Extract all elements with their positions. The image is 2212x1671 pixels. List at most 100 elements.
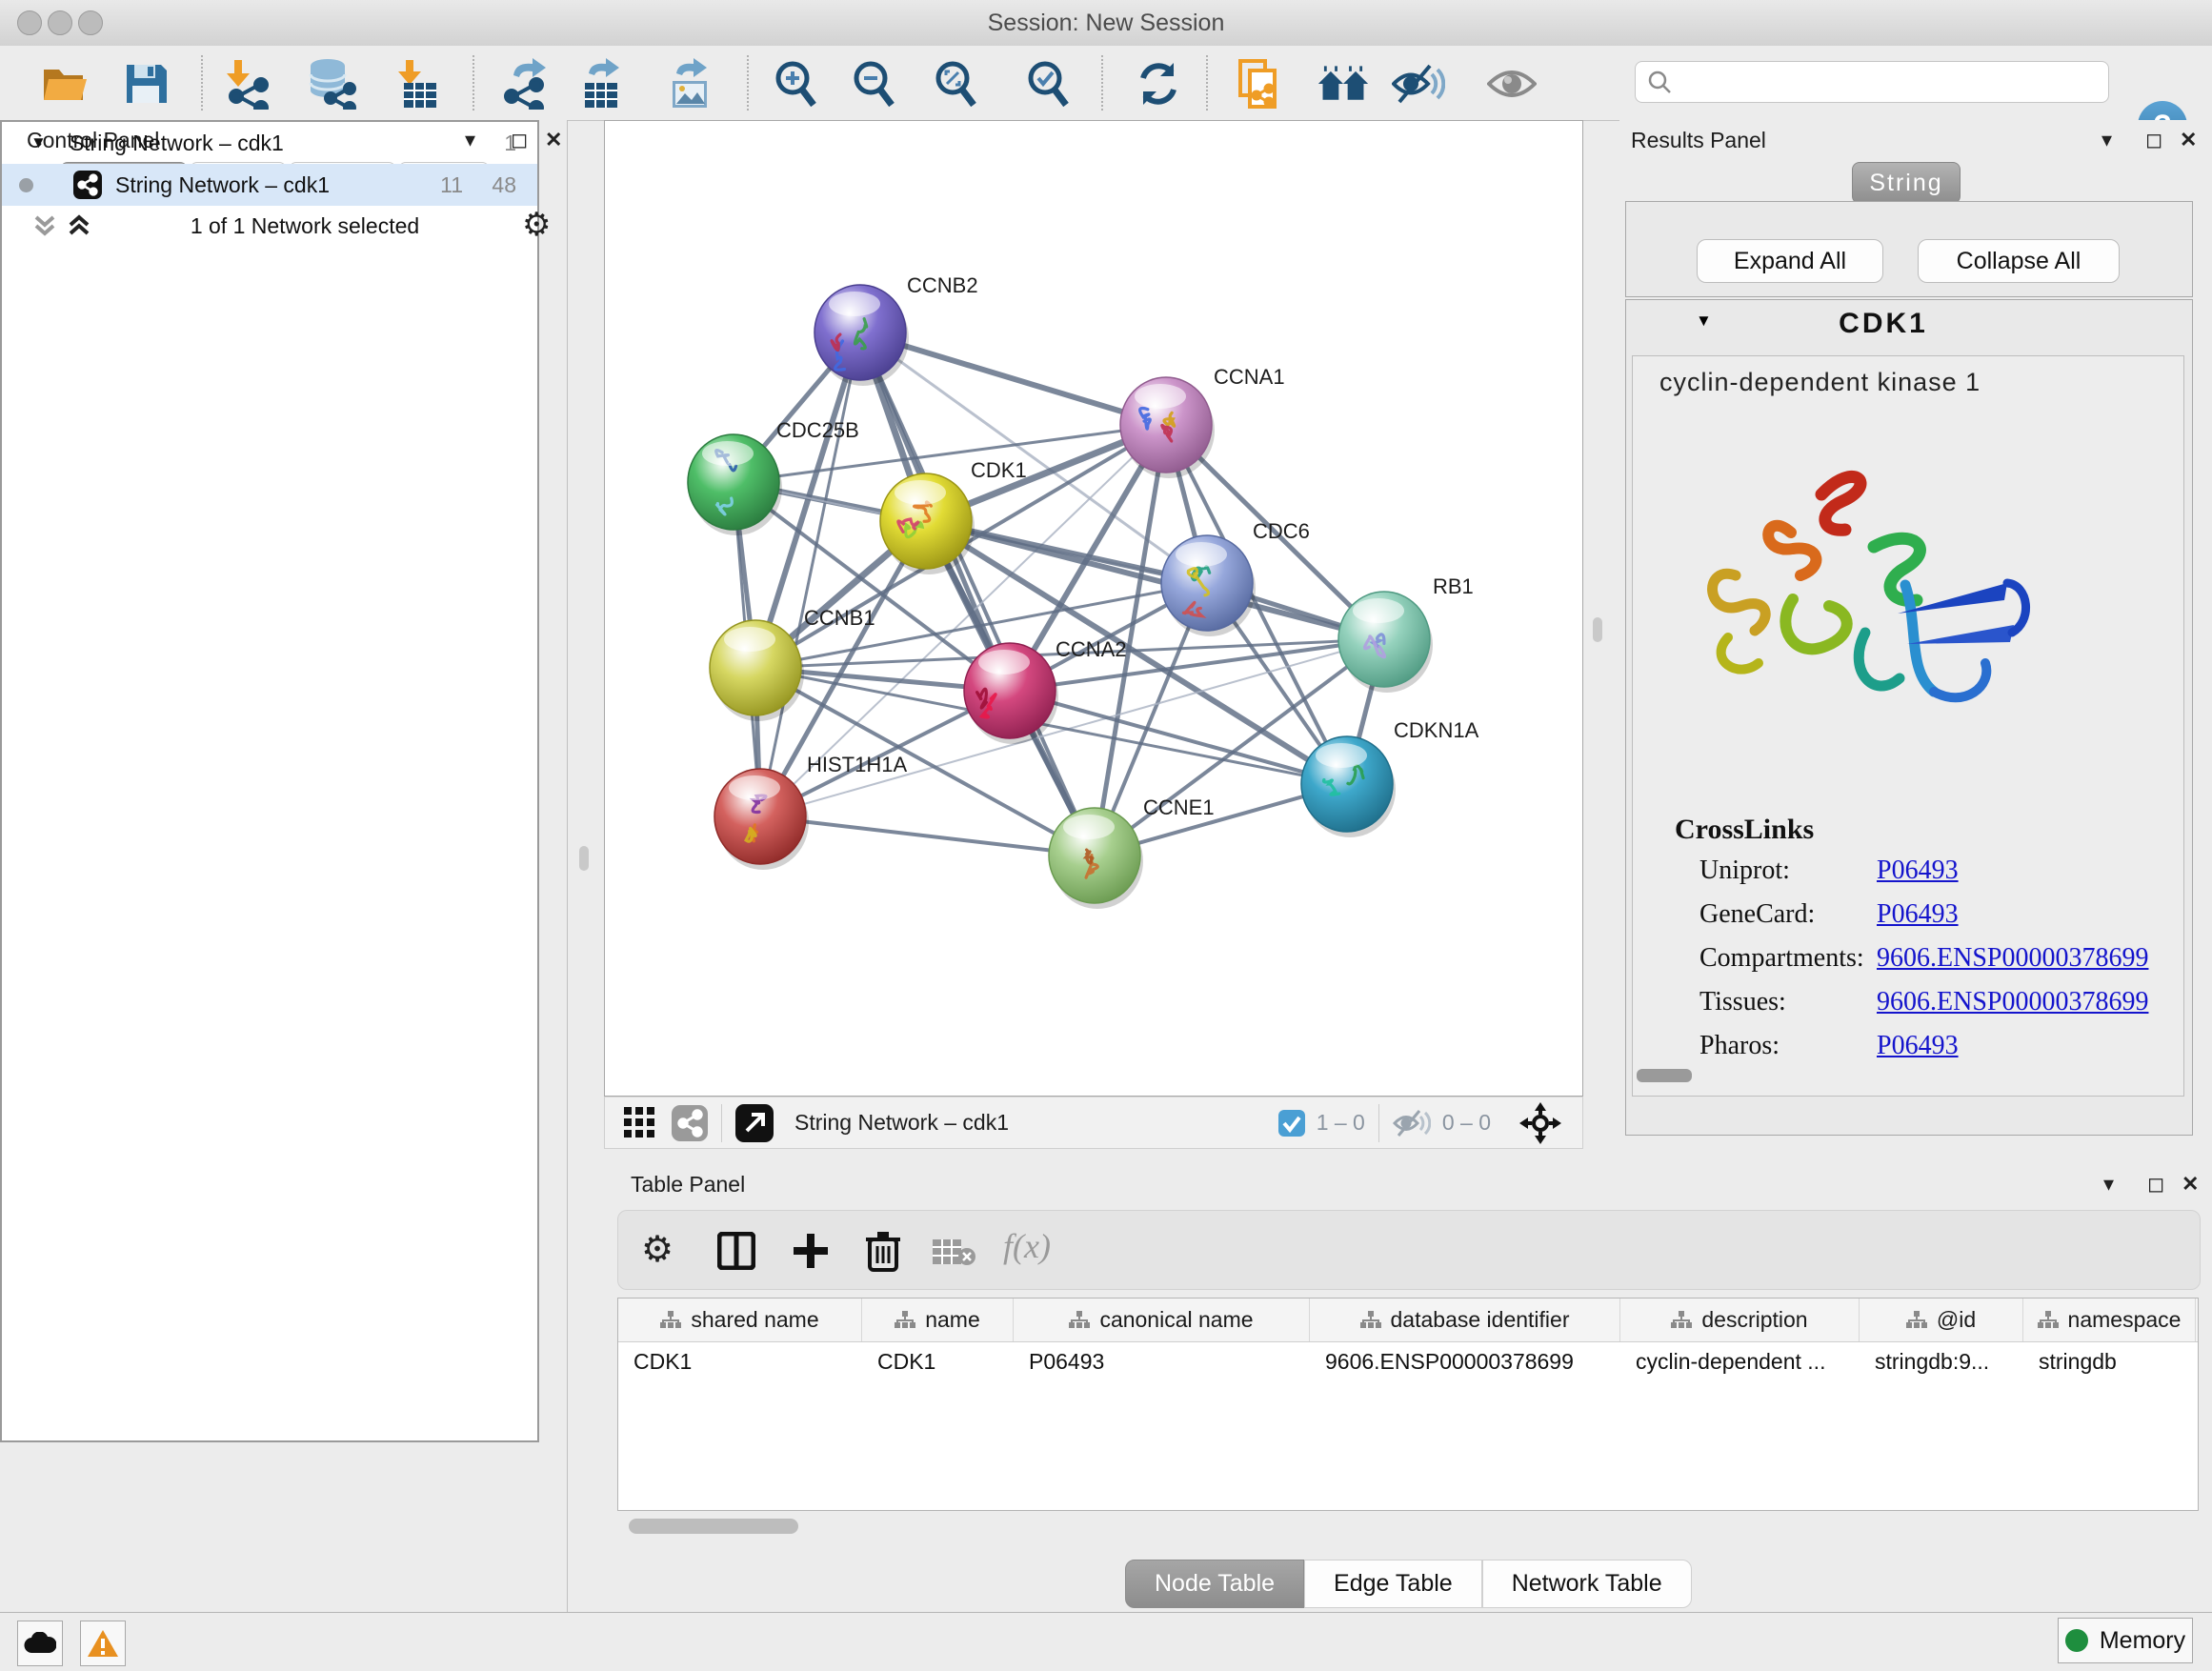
- network-node-cdkn1a[interactable]: CDKN1A: [1301, 718, 1479, 837]
- right-splitter-handle[interactable]: [1593, 617, 1602, 642]
- column-header-shared-name[interactable]: shared name: [618, 1299, 862, 1341]
- column-header--id[interactable]: @id: [1860, 1299, 2023, 1341]
- network-node-ccnb2[interactable]: CCNB2: [814, 273, 978, 386]
- tab-string[interactable]: String: [1852, 162, 1961, 204]
- birds-eye-view-icon[interactable]: [624, 1107, 656, 1139]
- table-tabs: Node TableEdge TableNetwork Table: [1125, 1560, 1692, 1608]
- table-cell[interactable]: stringdb:9...: [1860, 1342, 2023, 1381]
- cloud-button[interactable]: [17, 1621, 63, 1666]
- table-cell[interactable]: 9606.ENSP00000378699: [1310, 1342, 1620, 1381]
- table-cell[interactable]: P06493: [1014, 1342, 1310, 1381]
- inner-scrollbar-thumb[interactable]: [1637, 1069, 1692, 1082]
- tab-node-table[interactable]: Node Table: [1125, 1560, 1304, 1608]
- table-row[interactable]: CDK1CDK1P064939606.ENSP00000378699cyclin…: [618, 1342, 2198, 1381]
- crosslink-link[interactable]: P06493: [1877, 856, 1959, 886]
- collapse-all-button[interactable]: Collapse All: [1918, 239, 2120, 283]
- show-columns-icon[interactable]: [717, 1232, 755, 1270]
- export-image-icon[interactable]: [663, 57, 716, 111]
- search-box[interactable]: [1635, 61, 2109, 103]
- refresh-icon[interactable]: [1132, 57, 1185, 111]
- collapse-all-chevron-icon[interactable]: [32, 211, 57, 238]
- network-edge[interactable]: [760, 816, 1095, 856]
- control-panel-close-icon[interactable]: ✕: [545, 128, 562, 152]
- add-column-icon[interactable]: [792, 1232, 830, 1270]
- open-in-new-icon[interactable]: [735, 1104, 774, 1142]
- zoom-out-icon[interactable]: [848, 57, 901, 111]
- table-cell[interactable]: stringdb: [2023, 1342, 2196, 1381]
- zoom-in-icon[interactable]: [770, 57, 823, 111]
- left-splitter-handle[interactable]: [579, 846, 589, 871]
- title-bar: Session: New Session: [0, 0, 2212, 47]
- string-badge-icon[interactable]: [672, 1105, 708, 1141]
- table-cell[interactable]: CDK1: [862, 1342, 1014, 1381]
- expand-all-button[interactable]: Expand All: [1697, 239, 1883, 283]
- network-node-cdk1[interactable]: CDK1: [880, 458, 1027, 574]
- warning-icon: [87, 1629, 119, 1658]
- import-network-database-icon[interactable]: [304, 57, 357, 111]
- tab-network-table[interactable]: Network Table: [1482, 1560, 1692, 1608]
- save-session-icon[interactable]: [119, 57, 172, 111]
- network-canvas[interactable]: CCNB2CCNA1CDC25BCDK1CDC6RB1CCNB1CCNA2CDK…: [604, 120, 1583, 1097]
- collapse-triangle-icon[interactable]: ▼: [30, 133, 47, 152]
- network-row[interactable]: String Network – cdk1 11 48: [2, 164, 537, 206]
- results-panel-float-icon[interactable]: ◻: [2145, 128, 2162, 152]
- expand-all-chevron-icon[interactable]: [67, 211, 91, 238]
- search-input[interactable]: [1679, 69, 2083, 95]
- import-table-file-icon[interactable]: [389, 57, 442, 111]
- column-type-icon: [660, 1311, 681, 1330]
- table-panel-menu-icon[interactable]: ▾: [2103, 1172, 2114, 1197]
- network-edge[interactable]: [860, 332, 1095, 856]
- tab-edge-table[interactable]: Edge Table: [1304, 1560, 1482, 1608]
- toolbar-separator: [1206, 55, 1208, 111]
- network-label: String Network – cdk1: [115, 172, 330, 198]
- delete-column-trash-icon[interactable]: [864, 1230, 902, 1272]
- network-edge[interactable]: [760, 332, 860, 816]
- import-network-file-icon[interactable]: [221, 57, 274, 111]
- zoom-fit-icon[interactable]: [930, 57, 983, 111]
- network-collection-row[interactable]: ▼ String Network – cdk1 1: [2, 122, 537, 164]
- results-panel-menu-icon[interactable]: ▾: [2101, 128, 2112, 152]
- string-network-graph[interactable]: CCNB2CCNA1CDC25BCDK1CDC6RB1CCNB1CCNA2CDK…: [605, 121, 1582, 1096]
- first-neighbors-icon[interactable]: [1317, 57, 1370, 111]
- export-network-icon[interactable]: [498, 57, 552, 111]
- column-header-name[interactable]: name: [862, 1299, 1014, 1341]
- network-node-ccne1[interactable]: CCNE1: [1049, 795, 1215, 909]
- show-all-eye-icon[interactable]: [1485, 57, 1538, 111]
- selected-checkbox-icon[interactable]: [1278, 1110, 1305, 1137]
- collapse-triangle-icon[interactable]: ▼: [1696, 312, 1712, 331]
- crosslink-label: Tissues:: [1699, 987, 1877, 1017]
- column-header-canonical-name[interactable]: canonical name: [1014, 1299, 1310, 1341]
- column-header-description[interactable]: description: [1620, 1299, 1860, 1341]
- hidden-eye-slash-icon[interactable]: [1393, 1108, 1431, 1138]
- delete-table-icon[interactable]: [933, 1238, 976, 1268]
- column-header-namespace[interactable]: namespace: [2023, 1299, 2196, 1341]
- results-panel-close-icon[interactable]: ✕: [2180, 128, 2197, 152]
- function-builder-icon[interactable]: f(x): [1003, 1226, 1051, 1266]
- network-node-rb1[interactable]: RB1: [1338, 574, 1474, 693]
- crosslink-link[interactable]: 9606.ENSP00000378699: [1877, 987, 2148, 1017]
- crosslink-link[interactable]: P06493: [1877, 899, 1959, 930]
- pan-move-icon[interactable]: [1519, 1102, 1561, 1144]
- crosslink-link[interactable]: 9606.ENSP00000378699: [1877, 943, 2148, 974]
- table-cell[interactable]: cyclin-dependent ...: [1620, 1342, 1860, 1381]
- gear-icon[interactable]: ⚙: [641, 1228, 674, 1271]
- table-hscrollbar-thumb[interactable]: [629, 1519, 798, 1534]
- table-panel-close-icon[interactable]: ✕: [2182, 1172, 2199, 1197]
- network-edge[interactable]: [760, 639, 1384, 816]
- table-panel-float-icon[interactable]: ◻: [2147, 1172, 2164, 1197]
- table-cell[interactable]: CDK1: [618, 1342, 862, 1381]
- column-header-database-identifier[interactable]: database identifier: [1310, 1299, 1620, 1341]
- hide-selected-eye-slash-icon[interactable]: [1392, 57, 1445, 111]
- network-node-hist1h1a[interactable]: HIST1H1A: [714, 753, 907, 870]
- network-node-cdc6[interactable]: CDC6: [1161, 519, 1310, 636]
- memory-button[interactable]: Memory: [2058, 1618, 2193, 1663]
- clone-network-icon[interactable]: [1234, 57, 1287, 111]
- export-table-icon[interactable]: [573, 57, 627, 111]
- zoom-selected-icon[interactable]: [1022, 57, 1076, 111]
- network-node-ccna1[interactable]: CCNA1: [1120, 365, 1285, 478]
- gear-icon[interactable]: ⚙: [522, 206, 551, 244]
- warnings-button[interactable]: [80, 1621, 126, 1666]
- crosslink-link[interactable]: P06493: [1877, 1031, 1959, 1061]
- open-session-icon[interactable]: [39, 57, 92, 111]
- node-table[interactable]: shared namenamecanonical namedatabase id…: [617, 1298, 2199, 1511]
